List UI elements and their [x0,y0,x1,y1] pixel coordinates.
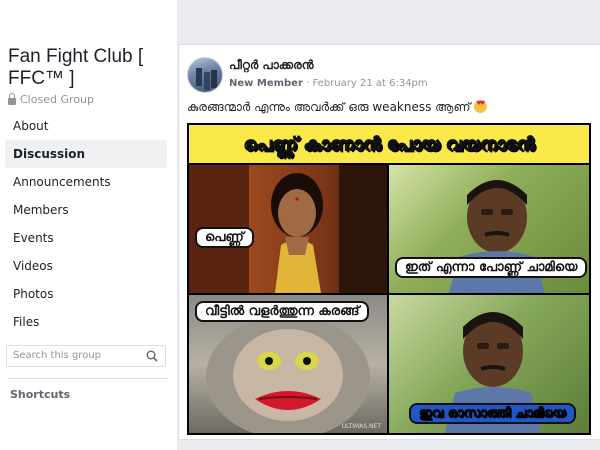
nav-item-about[interactable]: About [5,112,167,140]
panel4-label: ഇവ രാസാത്തി ചാമിയെ [409,403,576,424]
group-sidebar: Fan Fight Club [ FFC™ ] Closed Group Abo… [0,0,177,450]
meme-panel-man-1: ഇത് എന്നാ പോണ്ണ് ചാമിയെ [389,165,589,293]
nav-item-files[interactable]: Files [5,308,167,336]
group-nav: About Discussion Announcements Members E… [5,112,167,336]
author-avatar[interactable] [187,57,223,93]
caption-text: കുരങ്ങന്മാർ എന്നും അവർക്ക് ഒരു weakness … [187,100,471,114]
nav-item-announcements[interactable]: Announcements [5,168,167,196]
nav-item-videos[interactable]: Videos [5,252,167,280]
search-placeholder: Search this group [13,350,102,361]
panel3-label: വീട്ടിൽ വളർത്തുന്ന കരങ്ങ് [195,301,370,322]
panel2-label: ഇത് എന്നാ പോണ്ണ് ചാമിയെ [395,257,588,278]
nav-item-photos[interactable]: Photos [5,280,167,308]
meme-panel-woman: പെണ്ണ് [189,165,387,293]
lock-icon [8,92,16,105]
meme-panel-man-2: ഇവ രാസാത്തി ചാമിയെ [389,295,589,433]
meme-image[interactable]: പെണ്ണ് കാണാൻ പോയ വയനാടൻ പെണ്ണ് ഇത് എന്നാ… [187,123,591,435]
shortcuts-heading: Shortcuts [10,388,71,401]
sidebar-divider [8,378,168,379]
meme-title: പെണ്ണ് കാണാൻ പോയ വയനാടൻ [243,133,535,155]
heart-eyes-emoji-icon [474,100,488,113]
group-privacy: Closed Group [8,92,94,106]
group-search-input[interactable]: Search this group [6,345,166,367]
post-timestamp[interactable]: February 21 at 6:34pm [312,78,427,89]
nav-item-discussion[interactable]: Discussion [5,140,167,168]
group-name[interactable]: Fan Fight Club [ FFC™ ] [8,46,173,90]
group-post: പീറ്റർ പാക്കരൻ New Member · February 21 … [178,44,600,440]
meme-watermark: ULTIMAS.NET [341,423,381,430]
meme-panel-monkey: വീട്ടിൽ വളർത്തുന്ന കരങ്ങ് ULTIMAS.NET [189,295,387,433]
post-author[interactable]: പീറ്റർ പാക്കരൻ [229,58,314,73]
nav-item-events[interactable]: Events [5,224,167,252]
post-caption: കുരങ്ങന്മാർ എന്നും അവർക്ക് ഒരു weakness … [187,100,488,115]
group-privacy-label: Closed Group [20,93,94,106]
search-icon[interactable] [146,350,158,362]
member-role: New Member [229,78,303,89]
meme-banner: പെണ്ണ് കാണാൻ പോയ വയനാടൻ [189,125,589,163]
meta-separator: · [306,78,310,89]
post-meta: New Member · February 21 at 6:34pm [229,78,428,89]
nav-item-members[interactable]: Members [5,196,167,224]
panel1-label: പെണ്ണ് [195,227,254,248]
